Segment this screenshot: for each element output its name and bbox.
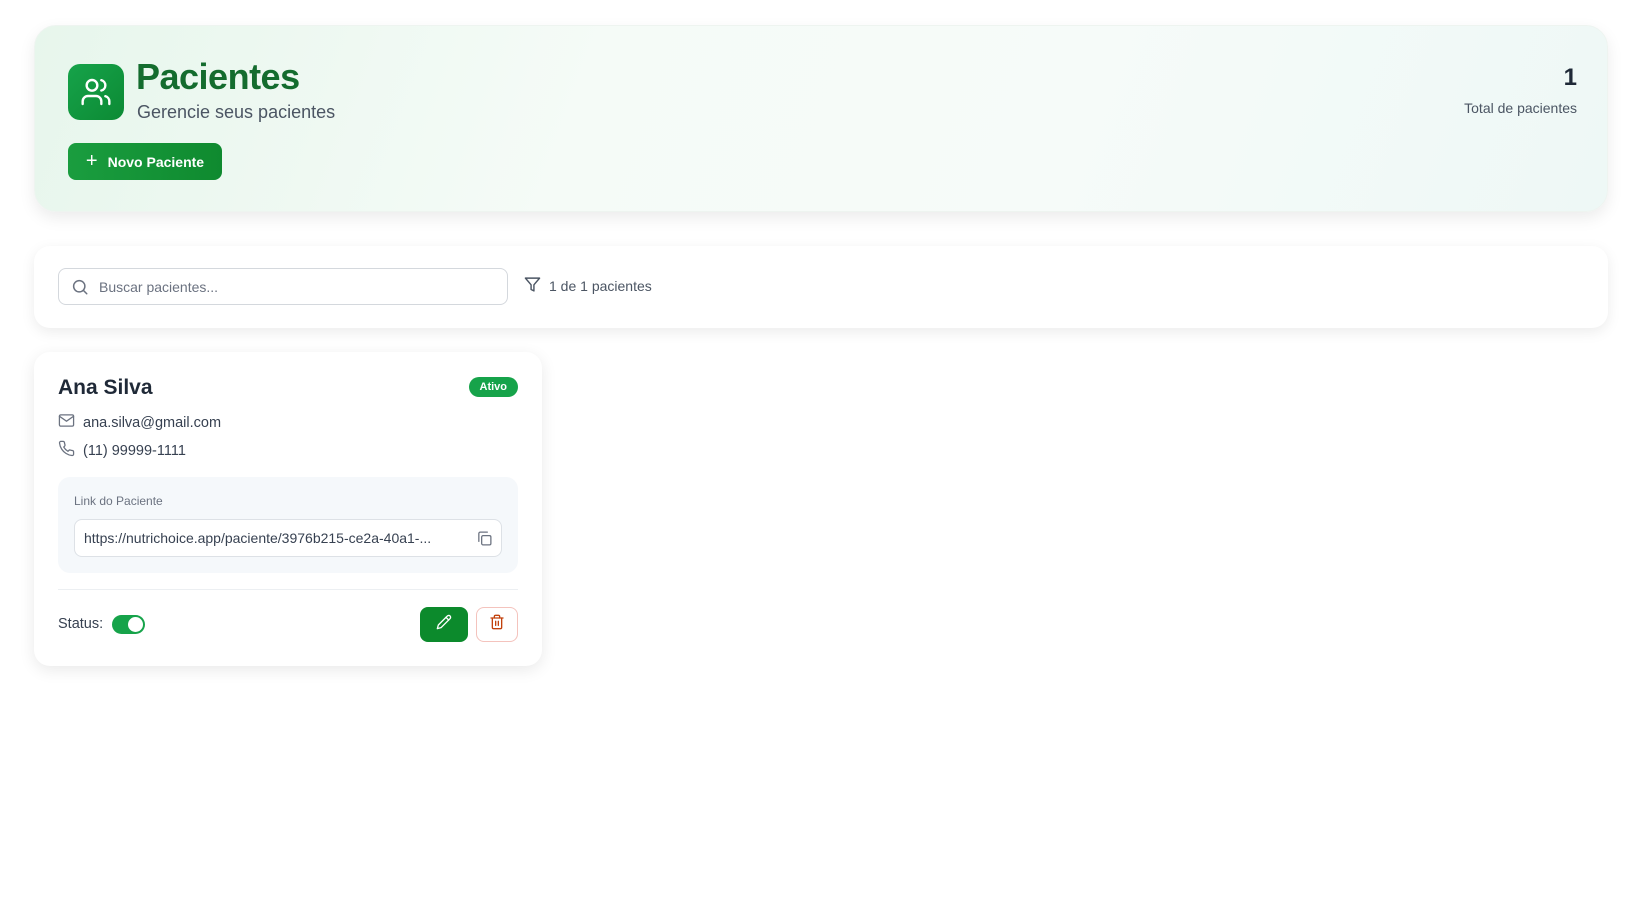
- status-toggle[interactable]: [112, 615, 145, 634]
- patient-link-field[interactable]: https://nutrichoice.app/paciente/3976b21…: [74, 519, 502, 557]
- users-icon: [68, 64, 124, 120]
- total-patients-label: Total de pacientes: [1464, 100, 1577, 116]
- patient-email: ana.silva@gmail.com: [83, 414, 222, 431]
- results-count: 1 de 1 pacientes: [549, 278, 652, 294]
- status-label: Status:: [58, 616, 104, 632]
- patient-phone-row: (11) 99999-1111: [58, 440, 186, 461]
- delete-button[interactable]: [476, 607, 518, 642]
- patient-link-label: Link do Paciente: [74, 494, 163, 508]
- plus-icon: +: [85, 149, 98, 172]
- patient-name: Ana Silva: [58, 376, 153, 399]
- patient-link-text[interactable]: https://nutrichoice.app/paciente/3976b21…: [84, 530, 466, 546]
- copy-icon[interactable]: [476, 530, 493, 552]
- mail-icon: [58, 412, 75, 433]
- search-icon: [71, 278, 89, 301]
- toggle-knob: [128, 617, 143, 632]
- patient-email-row: ana.silva@gmail.com: [58, 412, 221, 433]
- page-title: Pacientes: [136, 56, 300, 97]
- patients-page: Pacientes Gerencie seus pacientes + Novo…: [0, 0, 1630, 918]
- trash-icon: [489, 614, 505, 635]
- patient-link-box: Link do Paciente https://nutrichoice.app…: [58, 477, 518, 573]
- status-badge: Ativo: [468, 377, 518, 397]
- patient-card: Ana Silva Ativo ana.silva@gmail.com (11)…: [34, 352, 542, 666]
- filter-icon: [524, 276, 541, 296]
- patient-phone: (11) 99999-1111: [83, 442, 186, 459]
- header-card: Pacientes Gerencie seus pacientes + Novo…: [34, 25, 1608, 212]
- search-box: [58, 268, 508, 305]
- search-card: 1 de 1 pacientes: [34, 246, 1608, 328]
- pencil-icon: [436, 614, 452, 635]
- total-patients-count: 1: [1563, 64, 1577, 91]
- new-patient-button-label: Novo Paciente: [107, 153, 205, 170]
- results-filter: 1 de 1 pacientes: [524, 276, 652, 296]
- new-patient-button[interactable]: + Novo Paciente: [68, 143, 222, 180]
- card-divider: [58, 589, 518, 590]
- phone-icon: [58, 440, 75, 461]
- page-subtitle: Gerencie seus pacientes: [137, 102, 336, 122]
- edit-button[interactable]: [420, 607, 468, 642]
- search-input[interactable]: [99, 271, 489, 302]
